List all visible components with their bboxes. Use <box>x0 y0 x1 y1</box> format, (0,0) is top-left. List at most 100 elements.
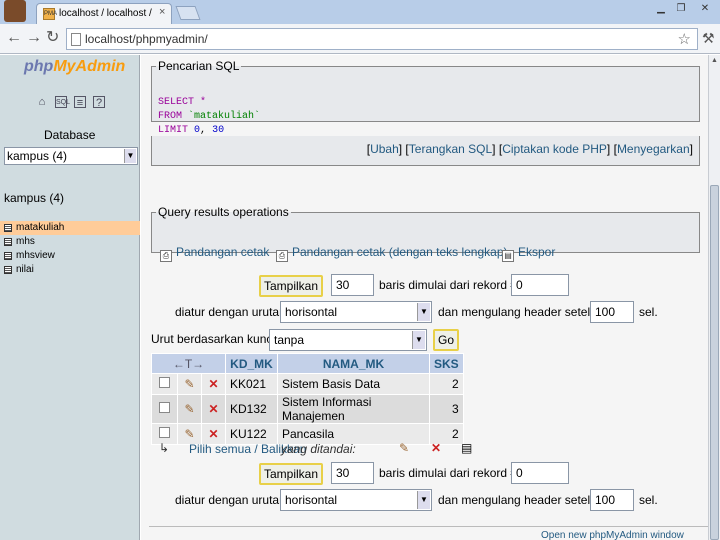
cell-nama-mk: Sistem Basis Data <box>277 373 430 395</box>
scroll-up-icon[interactable]: ▲ <box>709 55 720 67</box>
column-header-nama-mk[interactable]: NAMA_MK <box>277 353 430 374</box>
table-icon[interactable] <box>4 266 12 274</box>
restore-icon[interactable]: ❐ <box>672 2 690 16</box>
help-icon[interactable]: ? <box>93 96 105 109</box>
export-link[interactable]: ▤ Ekspor <box>502 245 555 262</box>
delete-x-icon[interactable]: ✕ <box>208 402 218 416</box>
forward-icon[interactable]: → <box>26 30 42 46</box>
mode-select[interactable]: horisontal ▼ <box>280 301 432 323</box>
database-select[interactable]: kampus (4) ▼ <box>4 147 138 165</box>
minimize-icon[interactable]: ▁ <box>652 2 670 16</box>
arrow-ltr-icon: ↳ <box>159 441 170 455</box>
start-record-input-bottom[interactable]: 0 <box>511 462 569 484</box>
logo-myadmin-text: MyAdmin <box>53 58 126 75</box>
check-all-row: ↳ Pilih semua / Balikkan yang ditandai: … <box>159 441 619 457</box>
table-item-label[interactable]: mhs <box>16 236 35 247</box>
cell-sks: 2 <box>429 373 464 395</box>
go-button[interactable]: Go <box>433 329 459 351</box>
delete-x-icon[interactable]: ✕ <box>208 377 218 391</box>
tab-title: localhost / localhost / kampus <box>59 8 155 19</box>
display-options-top: Tampilkan 30 baris dimulai dari rekord #… <box>149 273 708 323</box>
sql-text: , <box>200 125 213 136</box>
database-heading[interactable]: kampus (4) <box>4 191 64 205</box>
database-select-value: kampus (4) <box>7 149 68 163</box>
edit-query-link[interactable]: Ubah <box>370 142 399 156</box>
table-icon[interactable] <box>4 252 12 260</box>
sql-query-icon[interactable]: SQL <box>55 96 70 108</box>
with-selected-label: yang ditandai: <box>281 442 356 456</box>
print-view-full-link[interactable]: ⎙ Pandangan cetak (dengan teks lengkap) <box>276 245 508 262</box>
cells-label-bottom: sel. <box>639 493 658 507</box>
table-item-matakuliah[interactable]: matakuliah <box>0 221 140 235</box>
column-header-kd-mk[interactable]: KD_MK <box>225 353 278 374</box>
tab-close-icon[interactable]: × <box>159 6 165 18</box>
table-item-label[interactable]: mhsview <box>16 250 55 261</box>
table-icon[interactable] <box>4 224 12 232</box>
rows-count-input[interactable]: 30 <box>331 274 374 296</box>
edit-pencil-icon[interactable]: ✎ <box>184 377 194 391</box>
table-item-label[interactable]: matakuliah <box>16 222 64 233</box>
phpmyadmin-logo[interactable]: phpMyAdmin <box>24 58 125 76</box>
chevron-down-icon: ▼ <box>417 303 430 321</box>
show-button-bottom[interactable]: Tampilkan <box>259 463 323 485</box>
edit-cell: ✎ <box>177 394 202 424</box>
refresh-link[interactable]: Menyegarkan <box>617 142 690 156</box>
cell-kd-mk: KK021 <box>225 373 278 395</box>
print-view-full-label[interactable]: Pandangan cetak (dengan teks lengkap) <box>292 245 508 259</box>
row-checkbox[interactable] <box>159 427 170 438</box>
back-icon[interactable]: ← <box>6 30 22 46</box>
explain-sql-link[interactable]: Terangkan SQL <box>409 142 492 156</box>
column-options-header[interactable]: ←T→ <box>151 353 226 374</box>
start-record-input[interactable]: 0 <box>511 274 569 296</box>
browser-tab[interactable]: PMA localhost / localhost / kampus × <box>36 3 172 24</box>
sort-by-key-label: Urut berdasarkan kunci <box>151 332 276 346</box>
column-header-sks[interactable]: SKS <box>429 353 464 374</box>
repeat-header-input-bottom[interactable]: 100 <box>590 489 634 511</box>
sql-query-box: Pencarian SQL SELECT * FROM `matakuliah`… <box>151 59 700 136</box>
export-label[interactable]: Ekspor <box>518 245 555 259</box>
table-icon[interactable] <box>4 238 12 246</box>
mode-select-bottom[interactable]: horisontal ▼ <box>280 489 432 511</box>
scrollbar-thumb[interactable] <box>710 185 719 540</box>
new-tab-button[interactable] <box>175 6 201 20</box>
home-icon[interactable]: ⌂ <box>36 96 48 108</box>
export-selected-icon[interactable]: ▤ <box>461 441 472 455</box>
delete-x-icon[interactable]: ✕ <box>208 427 218 441</box>
sort-key-select[interactable]: tanpa ▼ <box>269 329 427 351</box>
delete-selected-icon[interactable]: ✕ <box>431 441 441 455</box>
close-icon[interactable]: ✕ <box>696 2 714 16</box>
sql-query-text: SELECT * FROM `matakuliah` LIMIT 0, 30 <box>158 96 260 138</box>
repeat-header-input[interactable]: 100 <box>590 301 634 323</box>
url-text[interactable]: localhost/phpmyadmin/ <box>85 32 208 46</box>
browser-title-bar: PMA localhost / localhost / kampus × ▁ ❐… <box>0 0 720 24</box>
chevron-down-icon: ▼ <box>412 331 425 349</box>
rows-count-input-bottom[interactable]: 30 <box>331 462 374 484</box>
vertical-scrollbar[interactable]: ▲ <box>708 55 720 540</box>
create-php-code-link[interactable]: Ciptakan kode PHP <box>502 142 607 156</box>
show-button[interactable]: Tampilkan <box>259 275 323 297</box>
table-item-mhsview[interactable]: mhsview <box>0 249 140 263</box>
table-item-nilai[interactable]: nilai <box>0 263 140 277</box>
user-avatar[interactable] <box>4 0 26 22</box>
print-view-label[interactable]: Pandangan cetak <box>176 245 269 259</box>
docs-icon[interactable]: ≡ <box>74 96 86 109</box>
edit-selected-icon[interactable]: ✎ <box>399 441 409 455</box>
bookmark-star-icon[interactable]: ☆ <box>678 30 691 48</box>
open-new-window-link[interactable]: Open new phpMyAdmin window <box>541 530 684 540</box>
table-item-label[interactable]: nilai <box>16 264 34 275</box>
wrench-menu-icon[interactable]: ⚒ <box>702 30 715 47</box>
row-checkbox[interactable] <box>159 402 170 413</box>
edit-cell: ✎ <box>177 373 202 395</box>
table-item-mhs[interactable]: mhs <box>0 235 140 249</box>
sort-row: Urut berdasarkan kunci tanpa ▼ Go <box>149 328 708 352</box>
edit-pencil-icon[interactable]: ✎ <box>184 427 194 441</box>
reload-icon[interactable]: ↻ <box>46 30 59 46</box>
table-row: ✎ ✕ KK021 Sistem Basis Data 2 <box>151 373 464 395</box>
cell-nama-mk: Sistem Informasi Manajemen <box>277 394 430 424</box>
cell-sks: 3 <box>429 394 464 424</box>
sql-box-legend: Pencarian SQL <box>158 59 240 73</box>
address-bar[interactable]: localhost/phpmyadmin/ ☆ <box>66 28 698 50</box>
edit-pencil-icon[interactable]: ✎ <box>184 402 194 416</box>
print-view-link[interactable]: ⎙ Pandangan cetak <box>160 245 269 262</box>
row-checkbox[interactable] <box>159 377 170 388</box>
